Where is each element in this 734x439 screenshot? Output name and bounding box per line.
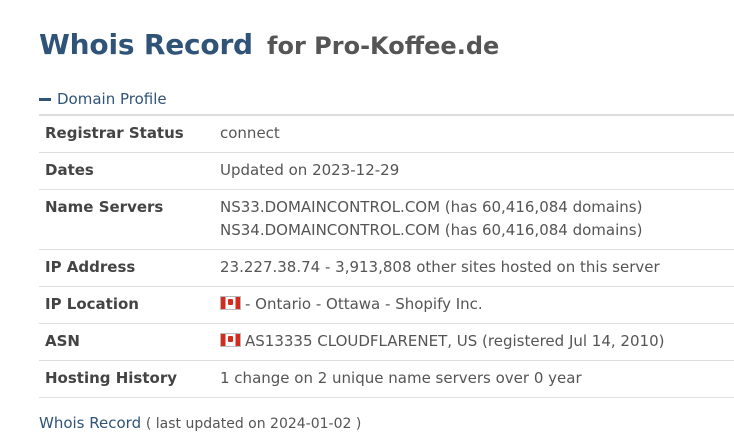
name-server-2[interactable]: NS34.DOMAINCONTROL.COM (has 60,416,084 d… — [220, 219, 728, 242]
table-row: Hosting History 1 change on 2 unique nam… — [39, 360, 734, 398]
registrar-status-value: connect — [208, 115, 734, 153]
table-row: IP Location - Ontario - Ottawa - Shopify… — [39, 286, 734, 324]
table-row: Name Servers NS33.DOMAINCONTROL.COM (has… — [39, 189, 734, 250]
hosting-history-value[interactable]: 1 change on 2 unique name servers over 0… — [208, 360, 734, 398]
domain-profile-label: Domain Profile — [57, 90, 167, 108]
asn-label: ASN — [39, 323, 208, 361]
table-row: ASN AS13335 CLOUDFLARENET, US (registere… — [39, 323, 734, 361]
minus-icon — [39, 98, 51, 101]
table-row: Registrar Status connect — [39, 115, 734, 153]
asn-value: AS13335 CLOUDFLARENET, US (registered Ju… — [208, 323, 734, 361]
canada-flag-icon — [220, 333, 241, 347]
last-updated-note: ( last updated on 2024-01-02 ) — [145, 416, 362, 432]
domain-profile-toggle[interactable]: Domain Profile — [39, 84, 734, 114]
table-row: Dates Updated on 2023-12-29 — [39, 152, 734, 190]
table-row: IP Address 23.227.38.74 - 3,913,808 othe… — [39, 249, 734, 287]
whois-page: Whois Record for Pro-Koffee.de Domain Pr… — [39, 0, 734, 432]
whois-record-footer: Whois Record ( last updated on 2024-01-0… — [39, 414, 361, 432]
hosting-history-label: Hosting History — [39, 360, 208, 398]
name-servers-value: NS33.DOMAINCONTROL.COM (has 60,416,084 d… — [208, 189, 734, 250]
domain-profile-table: Registrar Status connect Dates Updated o… — [39, 114, 734, 398]
dates-label: Dates — [39, 152, 208, 190]
ip-address-label: IP Address — [39, 249, 208, 287]
ip-address-value[interactable]: 23.227.38.74 - 3,913,808 other sites hos… — [208, 249, 734, 287]
name-servers-label: Name Servers — [39, 189, 208, 250]
asn-text: AS13335 CLOUDFLARENET, US (registered Ju… — [245, 332, 665, 350]
ip-location-value: - Ontario - Ottawa - Shopify Inc. — [208, 286, 734, 324]
whois-record-link[interactable]: Whois Record — [39, 414, 141, 432]
page-title-domain: for Pro-Koffee.de — [267, 32, 500, 60]
page-title: Whois Record for Pro-Koffee.de — [39, 0, 734, 64]
ip-location-text: - Ontario - Ottawa - Shopify Inc. — [245, 295, 483, 313]
dates-value: Updated on 2023-12-29 — [208, 152, 734, 190]
page-title-main: Whois Record — [39, 28, 253, 61]
registrar-status-label: Registrar Status — [39, 115, 208, 153]
name-server-1[interactable]: NS33.DOMAINCONTROL.COM (has 60,416,084 d… — [220, 196, 728, 219]
canada-flag-icon — [220, 296, 241, 310]
ip-location-label: IP Location — [39, 286, 208, 324]
